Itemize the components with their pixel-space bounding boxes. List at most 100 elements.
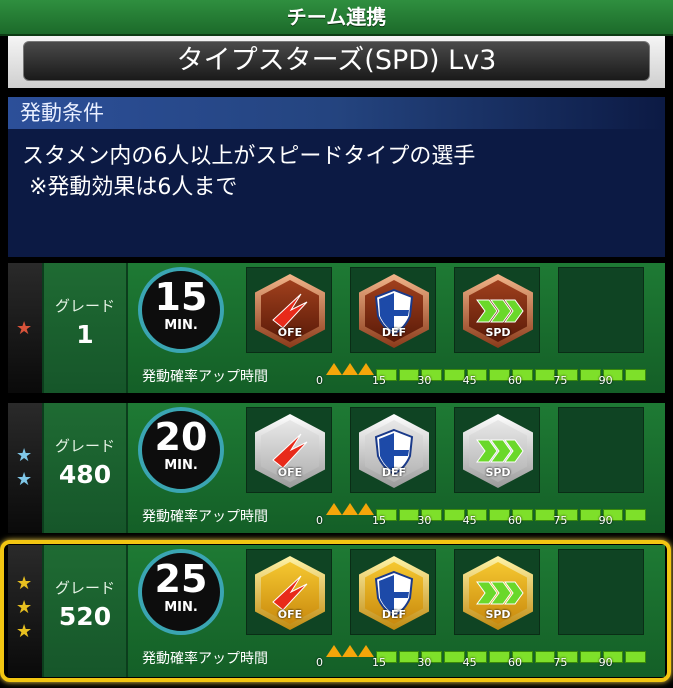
bar-segment [489, 651, 510, 663]
timer-badge: 25 MIN. [138, 549, 224, 635]
grade-label-box: グレード 480 [44, 403, 126, 533]
grade-content: 25 MIN. OFE DEF SPD 発動確率アップ時間 0 15 30 45… [128, 545, 665, 677]
star-icon: ★ [16, 318, 33, 339]
defense-shield-icon: DEF [359, 556, 429, 630]
grade-label: グレード [54, 579, 115, 597]
ability-slot[interactable]: DEF [350, 267, 436, 353]
bar-segment [625, 509, 646, 521]
bar-segment [489, 369, 510, 381]
condition-heading-bar: 発動条件 [8, 97, 665, 129]
offense-icon: OFE [255, 414, 325, 488]
bar-tick-label: 45 [462, 374, 477, 387]
bar-tick-label: 0 [316, 374, 323, 387]
activation-time-bar: 0 15 30 45 60 75 90 [316, 363, 648, 387]
bar-tick-label: 0 [316, 656, 323, 669]
condition-text: スタメン内の6人以上がスピードタイプの選手 ※発動効果は6人まで [22, 144, 476, 200]
grade-stars: ★ ★ ★ [8, 545, 42, 677]
grade-value: 480 [58, 460, 112, 489]
ability-slot[interactable]: DEF [350, 407, 436, 493]
empty-ability-slot [558, 549, 644, 635]
offense-icon: OFE [255, 274, 325, 348]
bar-tick-label: 90 [598, 656, 613, 669]
condition-heading: 発動条件 [20, 101, 104, 125]
up-arrow-icon [342, 645, 358, 657]
star-icon: ★ [16, 469, 33, 490]
team-name: タイプスターズ(SPD) Lv3 [23, 41, 650, 81]
grade-label-box: グレード 1 [44, 263, 126, 393]
up-arrow-icon [326, 503, 342, 515]
bar-tick-label: 15 [372, 514, 386, 527]
ability-label: SPD [485, 608, 511, 621]
bar-segment [580, 509, 601, 521]
ability-label: DEF [381, 326, 407, 339]
timer-badge: 20 MIN. [138, 407, 224, 493]
timer-badge: 15 MIN. [138, 267, 224, 353]
empty-ability-slot [558, 407, 644, 493]
bar-tick-label: 75 [553, 656, 568, 669]
bar-segment [444, 651, 465, 663]
defense-shield-icon: DEF [359, 274, 429, 348]
bar-tick-label: 60 [508, 656, 522, 669]
grade-label: グレード [54, 297, 115, 315]
bar-tick-label: 15 [372, 656, 386, 669]
grade-content: 15 MIN. OFE DEF SPD 発動確率アップ時間 0 15 30 45… [128, 263, 665, 393]
bar-tick-label: 75 [553, 374, 568, 387]
bar-label: 発動確率アップ時間 [142, 369, 268, 385]
grade-row[interactable]: ★ ★ グレード 480 20 MIN. OFE DEF SPD 発動確率アップ… [8, 403, 665, 533]
ability-label: SPD [485, 326, 511, 339]
activation-time-bar: 0 15 30 45 60 75 90 [316, 503, 648, 527]
grade-stars: ★ ★ [8, 403, 42, 533]
bar-segment [625, 651, 646, 663]
bar-segment [489, 509, 510, 521]
grade-label: グレード [54, 437, 115, 455]
bar-tick-label: 30 [417, 374, 432, 387]
ability-label: OFE [277, 466, 303, 479]
timer-minutes: 15 [154, 275, 208, 319]
bar-tick-label: 90 [598, 374, 613, 387]
ability-slot[interactable]: OFE [246, 267, 332, 353]
team-name-panel: タイプスターズ(SPD) Lv3 [8, 36, 665, 88]
up-arrow-icon [342, 503, 358, 515]
bar-segment [580, 651, 601, 663]
ability-label: DEF [381, 466, 407, 479]
bar-segment [444, 369, 465, 381]
ability-label: OFE [277, 326, 303, 339]
up-arrow-icon [326, 363, 342, 375]
up-arrow-icon [342, 363, 358, 375]
ability-slot[interactable]: SPD [454, 407, 540, 493]
ability-slot[interactable]: SPD [454, 549, 540, 635]
bar-tick-label: 30 [417, 514, 432, 527]
bar-label: 発動確率アップ時間 [142, 651, 268, 667]
star-icon: ★ [16, 621, 33, 642]
bar-tick-label: 90 [598, 514, 613, 527]
ability-label: OFE [277, 608, 303, 621]
star-icon: ★ [16, 445, 33, 466]
speed-chevrons-icon: SPD [463, 274, 533, 348]
activation-time-bar: 0 15 30 45 60 75 90 [316, 645, 648, 669]
ability-slot[interactable]: OFE [246, 549, 332, 635]
ability-slot[interactable]: SPD [454, 267, 540, 353]
bar-tick-label: 75 [553, 514, 568, 527]
offense-icon: OFE [255, 556, 325, 630]
panel-header: チーム連携 [0, 0, 673, 36]
ability-label: SPD [485, 466, 511, 479]
timer-minutes: 20 [154, 415, 208, 459]
speed-chevrons-icon: SPD [463, 556, 533, 630]
defense-shield-icon: DEF [359, 414, 429, 488]
timer-unit: MIN. [164, 458, 198, 473]
star-icon: ★ [16, 597, 33, 618]
bar-segment [444, 509, 465, 521]
grade-label-box: グレード 520 [44, 545, 126, 677]
ability-slot[interactable]: OFE [246, 407, 332, 493]
ability-slot[interactable]: DEF [350, 549, 436, 635]
timer-unit: MIN. [164, 318, 198, 333]
ability-label: DEF [381, 608, 407, 621]
star-icon: ★ [16, 573, 33, 594]
bar-tick-label: 15 [372, 374, 386, 387]
grade-stars: ★ [8, 263, 42, 393]
bar-tick-label: 45 [462, 656, 477, 669]
grade-row[interactable]: ★ グレード 1 15 MIN. OFE DEF SPD 発動確率アップ時間 0… [8, 263, 665, 393]
grade-row-selected[interactable]: ★ ★ ★ グレード 520 25 MIN. OFE DEF SPD 発動確率ア… [8, 545, 665, 677]
bar-label: 発動確率アップ時間 [142, 509, 268, 525]
bar-tick-label: 60 [508, 374, 522, 387]
